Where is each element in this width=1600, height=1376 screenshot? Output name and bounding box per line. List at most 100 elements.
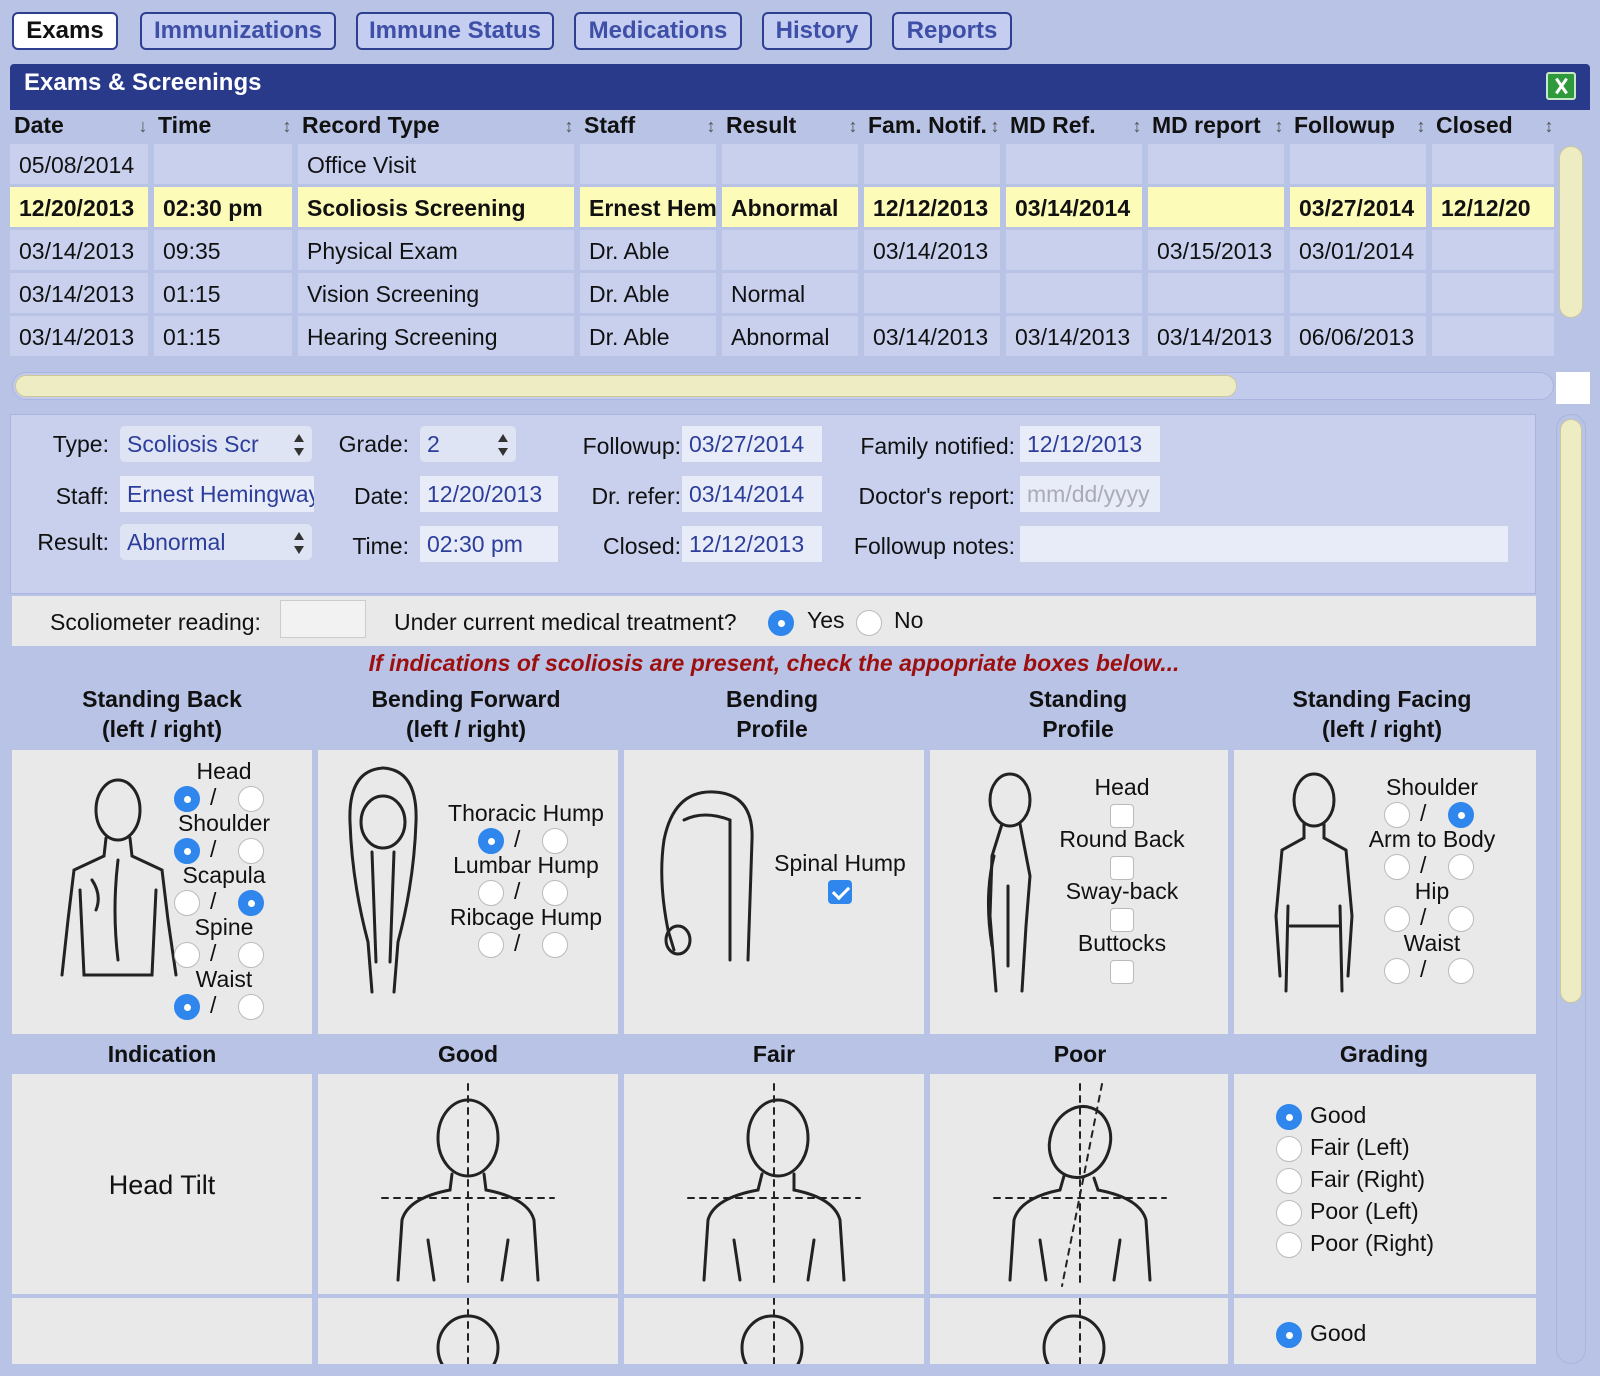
column-header-result[interactable]: Result <box>722 110 844 142</box>
scroll-thumb[interactable] <box>1559 146 1583 318</box>
grade-good-radio[interactable] <box>1276 1322 1302 1348</box>
shoulder-left-radio[interactable] <box>1384 802 1410 828</box>
head-tilt-fair-figure <box>687 1083 861 1287</box>
spine-right-radio[interactable] <box>238 942 264 968</box>
grid-horizontal-scrollbar[interactable] <box>12 372 1554 400</box>
tab-immunizations[interactable]: Immunizations <box>140 12 336 50</box>
buttocks-checkbox[interactable] <box>1110 960 1134 984</box>
arm-to-body-right-radio[interactable] <box>1448 854 1474 880</box>
type-select[interactable]: Scoliosis Scr <box>119 425 313 463</box>
ribcage-hump-left-radio[interactable] <box>478 932 504 958</box>
lumbar-hump-right-radio[interactable] <box>542 880 568 906</box>
excel-icon[interactable] <box>1546 72 1576 100</box>
grade-good-radio[interactable] <box>1276 1104 1302 1130</box>
table-row[interactable]: 05/08/2014 Office Visit <box>10 144 1556 186</box>
result-select[interactable]: Abnormal <box>119 523 313 561</box>
result-value: Abnormal <box>127 529 226 555</box>
column-header-followup[interactable]: Followup <box>1290 110 1412 142</box>
spinal-hump-checkbox[interactable] <box>828 880 852 904</box>
table-row[interactable]: 03/14/2013 09:35 Physical Exam Dr. Able 03/1… <box>10 230 1556 272</box>
tab-medications[interactable]: Medications <box>574 12 742 50</box>
column-header-md-ref[interactable]: MD Ref. <box>1006 110 1128 142</box>
sort-icon[interactable]: ↕ <box>562 110 576 142</box>
dr-refer-input[interactable]: 03/14/2014 <box>681 475 823 513</box>
cell-fam-notif <box>864 144 1000 184</box>
bending-profile-figure <box>660 790 754 962</box>
column-header-date[interactable]: Date <box>10 110 134 142</box>
thoracic-hump-right-radio[interactable] <box>542 828 568 854</box>
followup-input[interactable]: 03/27/2014 <box>681 425 823 463</box>
waist-left-radio[interactable] <box>1384 958 1410 984</box>
slash: / <box>514 930 521 956</box>
sort-icon[interactable]: ↕ <box>988 110 1002 142</box>
hip-right-radio[interactable] <box>1448 906 1474 932</box>
scroll-thumb[interactable] <box>1560 419 1582 1003</box>
shoulder-right-radio[interactable] <box>238 838 264 864</box>
treatment-yes-radio[interactable] <box>768 610 794 636</box>
column-header-md-report[interactable]: MD report <box>1148 110 1270 142</box>
followup-notes-label: Followup notes: <box>853 533 1015 559</box>
treatment-no-radio[interactable] <box>856 610 882 636</box>
closed-input[interactable]: 12/12/2013 <box>681 525 823 563</box>
date-input[interactable]: 12/20/2013 <box>419 475 559 513</box>
grade-fair-right-radio[interactable] <box>1276 1168 1302 1194</box>
arm-to-body-left-radio[interactable] <box>1384 854 1410 880</box>
hip-left-radio[interactable] <box>1384 906 1410 932</box>
thoracic-hump-left-radio[interactable] <box>478 828 504 854</box>
doctors-report-input[interactable]: mm/dd/yyyy <box>1019 475 1161 513</box>
form-vertical-scrollbar[interactable] <box>1556 414 1586 1364</box>
spine-left-radio[interactable] <box>174 942 200 968</box>
scapula-right-radio[interactable] <box>238 890 264 916</box>
table-row[interactable]: 03/14/2013 01:15 Hearing Screening Dr. Able… <box>10 316 1556 358</box>
sort-icon[interactable]: ↕ <box>280 110 294 142</box>
waist-right-radio[interactable] <box>238 994 264 1020</box>
tab-immune-status[interactable]: Immune Status <box>356 12 554 50</box>
tab-history[interactable]: History <box>762 12 872 50</box>
time-input[interactable]: 02:30 pm <box>419 525 559 563</box>
standing-facing-panel: Shoulder / Arm to Body / Hip / Waist / <box>1234 750 1536 1034</box>
ribcage-hump-right-radio[interactable] <box>542 932 568 958</box>
sort-icon[interactable]: ↕ <box>846 110 860 142</box>
shoulder-left-radio[interactable] <box>174 838 200 864</box>
standing-back-heading: Standing Back (left / right) <box>12 684 312 744</box>
head-checkbox[interactable] <box>1110 804 1134 828</box>
column-header-closed[interactable]: Closed <box>1432 110 1540 142</box>
table-row[interactable]: 03/14/2013 01:15 Vision Screening Dr. Able N… <box>10 273 1556 315</box>
lumbar-hump-left-radio[interactable] <box>478 880 504 906</box>
tab-reports[interactable]: Reports <box>892 12 1012 50</box>
scapula-left-radio[interactable] <box>174 890 200 916</box>
cell-record-type: Physical Exam <box>298 230 574 270</box>
staff-input[interactable]: Ernest Hemingway <box>119 475 315 513</box>
head-left-radio[interactable] <box>174 786 200 812</box>
sort-icon[interactable]: ↕ <box>1414 110 1428 142</box>
tab-exams[interactable]: Exams <box>12 12 118 50</box>
scroll-thumb[interactable] <box>15 375 1237 397</box>
cell-md-report: 03/15/2013 <box>1148 230 1284 270</box>
head-label: Head <box>196 758 252 784</box>
column-header-fam-notif[interactable]: Fam. Notif. <box>864 110 986 142</box>
sort-icon[interactable]: ↕ <box>1542 110 1556 142</box>
table-row[interactable]: 12/20/2013 02:30 pm Scoliosis Screening Ern… <box>10 187 1556 229</box>
grade-poor-left-radio[interactable] <box>1276 1200 1302 1226</box>
scoliometer-input[interactable] <box>280 600 366 638</box>
sway-back-checkbox[interactable] <box>1110 908 1134 932</box>
family-notified-input[interactable]: 12/12/2013 <box>1019 425 1161 463</box>
sort-descending-icon[interactable]: ↓ <box>136 110 150 142</box>
sort-icon[interactable]: ↕ <box>1130 110 1144 142</box>
grade-poor-left-label: Poor (Left) <box>1310 1198 1419 1224</box>
head-right-radio[interactable] <box>238 786 264 812</box>
column-header-record-type[interactable]: Record Type <box>298 110 560 142</box>
grade-fair-left-radio[interactable] <box>1276 1136 1302 1162</box>
sort-icon[interactable]: ↕ <box>1272 110 1286 142</box>
followup-notes-input[interactable] <box>1019 525 1509 563</box>
shoulder-right-radio[interactable] <box>1448 802 1474 828</box>
round-back-checkbox[interactable] <box>1110 856 1134 880</box>
column-header-time[interactable]: Time <box>154 110 278 142</box>
waist-right-radio[interactable] <box>1448 958 1474 984</box>
grade-poor-right-radio[interactable] <box>1276 1232 1302 1258</box>
grade-select[interactable]: 2 <box>419 425 517 463</box>
sort-icon[interactable]: ↕ <box>704 110 718 142</box>
grid-vertical-scrollbar[interactable] <box>1556 146 1586 362</box>
waist-left-radio[interactable] <box>174 994 200 1020</box>
column-header-staff[interactable]: Staff <box>580 110 702 142</box>
